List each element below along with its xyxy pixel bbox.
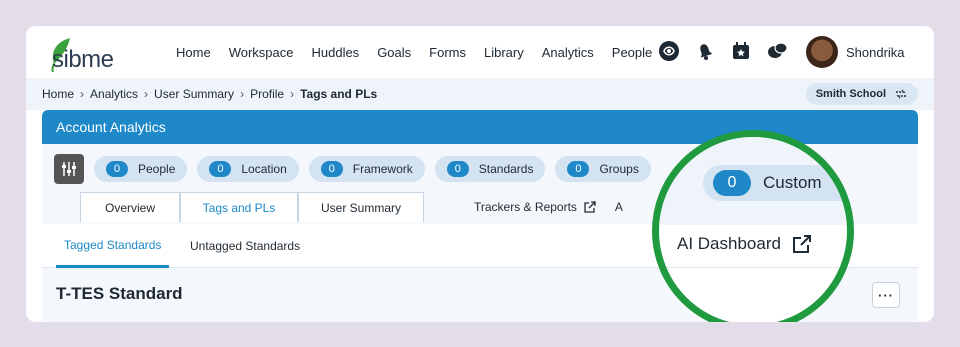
chevron-right-icon: › [80, 87, 85, 101]
filter-chip-groups[interactable]: 0 Groups [555, 156, 651, 182]
filter-count: 0 [320, 161, 343, 177]
card-title: Account Analytics [56, 119, 166, 135]
ai-dashboard-link-partial[interactable]: A [615, 192, 623, 222]
ai-dashboard-label-partial: A [614, 200, 623, 214]
external-link-icon [792, 235, 811, 253]
ai-assistant-icon[interactable] [658, 40, 680, 62]
breadcrumb-profile[interactable]: Profile [250, 87, 284, 101]
switch-arrows-icon [896, 89, 906, 99]
tab-user-summary[interactable]: User Summary [298, 192, 424, 222]
filter-chips: 0 People 0 Location 0 Framework 0 Standa… [94, 156, 651, 182]
filter-count: 0 [713, 170, 751, 196]
filter-label: People [138, 162, 176, 176]
top-navigation: sibme Home Workspace Huddles Goals Forms… [26, 26, 934, 78]
filter-label: Groups [599, 162, 639, 176]
chevron-right-icon: › [240, 87, 245, 101]
trackers-reports-link[interactable]: Trackers & Reports [474, 192, 597, 222]
nav-icon-group [658, 40, 788, 62]
trackers-reports-label: Trackers & Reports [474, 200, 577, 214]
filter-chip-location[interactable]: 0 Location [197, 156, 299, 182]
app-window: sibme Home Workspace Huddles Goals Forms… [26, 26, 934, 322]
chat-bubbles-icon[interactable] [766, 40, 788, 62]
filter-label: Location [241, 162, 287, 176]
filter-count: 0 [567, 161, 590, 177]
filter-label: Framework [352, 162, 413, 176]
nav-library[interactable]: Library [484, 45, 524, 60]
subtab-untagged-standards[interactable]: Untagged Standards [190, 224, 300, 268]
ai-dashboard-label: AI Dashboard [677, 234, 781, 253]
subtab-tagged-standards[interactable]: Tagged Standards [56, 224, 170, 268]
divider [659, 267, 847, 268]
school-switcher[interactable]: Smith School [805, 83, 918, 105]
breadcrumb-user-summary[interactable]: User Summary [154, 87, 234, 101]
breadcrumb-analytics[interactable]: Analytics [90, 87, 138, 101]
section-title: T-TES Standard [56, 284, 183, 303]
sibme-logo[interactable]: sibme [40, 34, 126, 73]
logo-wordmark: sibme [52, 46, 114, 73]
nav-huddles[interactable]: Huddles [311, 45, 359, 60]
school-name: Smith School [815, 88, 886, 100]
analytics-tabs: Overview Tags and PLs User Summary Track… [80, 192, 623, 222]
ai-dashboard-link[interactable]: AI Dashboard [677, 233, 813, 255]
nav-forms[interactable]: Forms [429, 45, 466, 60]
breadcrumb-current: Tags and PLs [300, 87, 378, 101]
filter-count: 0 [446, 161, 469, 177]
nav-analytics[interactable]: Analytics [542, 45, 594, 60]
external-link-icon [584, 201, 596, 213]
nav-goals[interactable]: Goals [377, 45, 411, 60]
calendar-icon[interactable] [730, 40, 752, 62]
filter-label: Standards [478, 162, 534, 176]
breadcrumb: Home › Analytics › User Summary › Profil… [26, 78, 934, 110]
breadcrumb-home[interactable]: Home [42, 87, 74, 101]
filter-count: 0 [209, 161, 232, 177]
notifications-bell-icon[interactable] [694, 40, 716, 62]
filter-settings-button[interactable] [54, 154, 84, 184]
filter-count: 0 [106, 161, 128, 177]
filter-chip-framework[interactable]: 0 Framework [308, 156, 425, 182]
user-name: Shondrika [846, 44, 905, 60]
tab-tags-and-pls[interactable]: Tags and PLs [180, 192, 298, 222]
filter-chip-custom[interactable]: 0 Custom [703, 165, 847, 201]
chevron-right-icon: › [290, 87, 295, 101]
magnifier-callout: 0 Custom AI Dashboard [652, 130, 854, 322]
tab-overview[interactable]: Overview [80, 192, 180, 222]
chevron-right-icon: › [144, 87, 149, 101]
nav-people[interactable]: People [612, 45, 652, 60]
main-nav: Home Workspace Huddles Goals Forms Libra… [176, 26, 652, 78]
more-options-button[interactable]: ··· [872, 282, 900, 308]
filter-chip-standards[interactable]: 0 Standards [434, 156, 546, 182]
avatar [806, 36, 838, 68]
user-menu[interactable]: Shondrika [806, 36, 905, 68]
sliders-icon [62, 162, 76, 176]
nav-home[interactable]: Home [176, 45, 211, 60]
nav-workspace[interactable]: Workspace [229, 45, 294, 60]
filter-chip-people[interactable]: 0 People [94, 156, 188, 182]
filter-label: Custom [763, 173, 822, 192]
